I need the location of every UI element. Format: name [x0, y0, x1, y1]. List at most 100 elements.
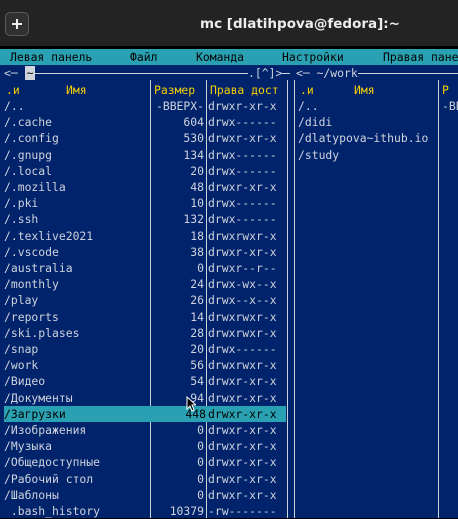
file-size: 20 [190, 163, 204, 178]
file-size: 10379 [169, 504, 204, 518]
file-size: 132 [183, 212, 204, 227]
file-name: /Рабочий стол [4, 471, 94, 486]
plus-icon [12, 19, 22, 29]
file-name: /.. [298, 99, 319, 113]
file-permissions: drwxr-xr-x [208, 406, 277, 421]
file-permissions: drwxr-xr-x [208, 455, 277, 470]
file-row[interactable]: /Документы 94 drwxr-xr-x [0, 390, 458, 406]
file-size: 28 [190, 325, 204, 340]
file-name: /Шаблоны [4, 487, 59, 502]
file-name: /Видео [4, 374, 46, 389]
menu-command[interactable]: Команда [196, 49, 244, 65]
file-size: 0 [197, 487, 204, 502]
file-permissions: drwxr-xr-x [208, 374, 277, 389]
file-permissions: drwxr-xr-x [208, 423, 277, 437]
file-size: 0 [197, 455, 204, 470]
right-file-row[interactable]: /study [0, 147, 458, 163]
file-permissions: drwxr--r-- [208, 261, 277, 275]
file-row[interactable]: /.pki 10 drwx------ [0, 195, 458, 211]
file-row[interactable]: .bash_history 10379 -rw------- [0, 503, 458, 519]
file-row[interactable]: /work 56 drwxrwxr-x [0, 357, 458, 373]
file-row[interactable]: /snap 20 drwx------ [0, 341, 458, 357]
file-name: /.texlive2021 [4, 228, 94, 243]
file-permissions: drwxrwxr-x [208, 325, 277, 340]
file-row[interactable]: /.texlive2021 18 drwxrwxr-x [0, 228, 458, 244]
file-row[interactable]: /Шаблоны 0 drwxr-xr-x [0, 487, 458, 503]
file-name: /didi [298, 115, 333, 130]
file-name: /ski.plases [4, 325, 80, 340]
file-name: /australia [4, 261, 73, 275]
menu-right-panel[interactable]: Правая панель [383, 49, 458, 65]
file-name: /Изображения [4, 423, 87, 437]
file-size: 18 [190, 228, 204, 243]
file-permissions: drwx------ [208, 342, 277, 356]
file-row[interactable]: /Изображения 0 drwxr-xr-x [0, 422, 458, 438]
file-row[interactable]: /Загрузки 448 drwxr-xr-x [4, 405, 286, 422]
file-permissions: drwx------ [208, 196, 277, 211]
file-name: /play [4, 293, 39, 308]
left-panel-history-marker[interactable]: .[^]> [248, 66, 283, 80]
file-name: /.pki [4, 196, 39, 211]
file-permissions: drwxr-xr-x [208, 471, 277, 486]
file-size: 0 [197, 471, 204, 486]
new-tab-button[interactable] [5, 12, 29, 36]
file-name: /reports [4, 309, 59, 324]
file-row[interactable]: /Видео 54 drwxr-xr-x [0, 373, 458, 389]
file-row[interactable]: /ski.plases 28 drwxrwxr-x [0, 325, 458, 341]
file-permissions: drwx------ [208, 163, 277, 178]
file-name: /snap [4, 342, 39, 356]
file-row[interactable]: /reports 14 drwxrwxr-x [0, 309, 458, 325]
file-row[interactable]: /australia 0 drwxr--r-- [0, 260, 458, 276]
file-size: 0 [197, 423, 204, 437]
file-name: /.local [4, 163, 53, 178]
file-name: /.vscode [4, 244, 59, 259]
left-panel-path[interactable]: <─ ~ [4, 66, 36, 80]
file-size: 26 [190, 293, 204, 308]
file-name: /work [4, 358, 39, 373]
menu-bar: Левая панель Файл Команда Настройки Прав… [0, 49, 458, 65]
window-titlebar: mc [dlatihpova@fedora]:~ [0, 0, 458, 46]
file-permissions: drwxr-xr-x [208, 180, 277, 194]
file-name: /study [298, 147, 340, 162]
file-size: 38 [190, 244, 204, 259]
file-row[interactable]: /.vscode 38 drwxr-xr-x [0, 244, 458, 260]
file-name: /dlatypova~ithub.io [298, 131, 429, 146]
file-size: 20 [190, 342, 204, 356]
right-file-row[interactable]: /didi [0, 114, 458, 130]
file-permissions: drwxrwxr-x [208, 358, 277, 373]
file-permissions: drwxrwxr-x [208, 309, 277, 324]
file-size: 56 [190, 358, 204, 373]
file-name: /Документы [4, 390, 73, 405]
file-size: -ВВЕ [442, 99, 458, 113]
right-file-row[interactable]: /dlatypova~ithub.io [0, 130, 458, 146]
file-row[interactable]: /Музыка 0 drwxr-xr-x [0, 438, 458, 454]
right-panel-path[interactable]: <─ ~/work [296, 66, 358, 80]
file-row[interactable]: /.mozilla 48 drwxr-xr-x [0, 179, 458, 195]
left-panel-header: .и Имя Размер Права дост .и Имя Р [6, 83, 449, 97]
file-permissions: drwx------ [208, 212, 277, 227]
file-permissions: drwx-wx--x [208, 277, 277, 292]
menu-file[interactable]: Файл [130, 49, 157, 65]
file-size: 48 [190, 180, 204, 194]
menu-settings[interactable]: Настройки [282, 49, 344, 65]
file-name: /.ssh [4, 212, 39, 227]
file-row[interactable]: /play 26 drwx--x--x [0, 292, 458, 308]
file-size: 0 [197, 439, 204, 454]
file-row[interactable]: /monthly 24 drwx-wx--x [0, 276, 458, 292]
file-row[interactable]: /.local 20 drwx------ [0, 163, 458, 179]
file-size: 0 [197, 261, 204, 275]
file-row[interactable]: /.ssh 132 drwx------ [0, 211, 458, 227]
right-file-row[interactable]: /.. -ВВЕ [0, 98, 458, 114]
file-size: 14 [190, 309, 204, 324]
file-permissions: drwxr-xr-x [208, 244, 277, 259]
file-row[interactable]: /Общедоступные 0 drwxr-xr-x [0, 454, 458, 470]
file-name: /Общедоступные [4, 455, 101, 470]
file-name: /Музыка [4, 439, 53, 454]
file-permissions: drwx--x--x [208, 293, 277, 308]
file-name: /monthly [4, 277, 59, 292]
menu-left-panel[interactable]: Левая панель [10, 49, 92, 65]
file-size: 10 [190, 196, 204, 211]
file-name: /Загрузки [4, 406, 66, 421]
file-row[interactable]: /Рабочий стол 0 drwxr-xr-x [0, 471, 458, 487]
file-permissions: drwxr-xr-x [208, 487, 277, 502]
